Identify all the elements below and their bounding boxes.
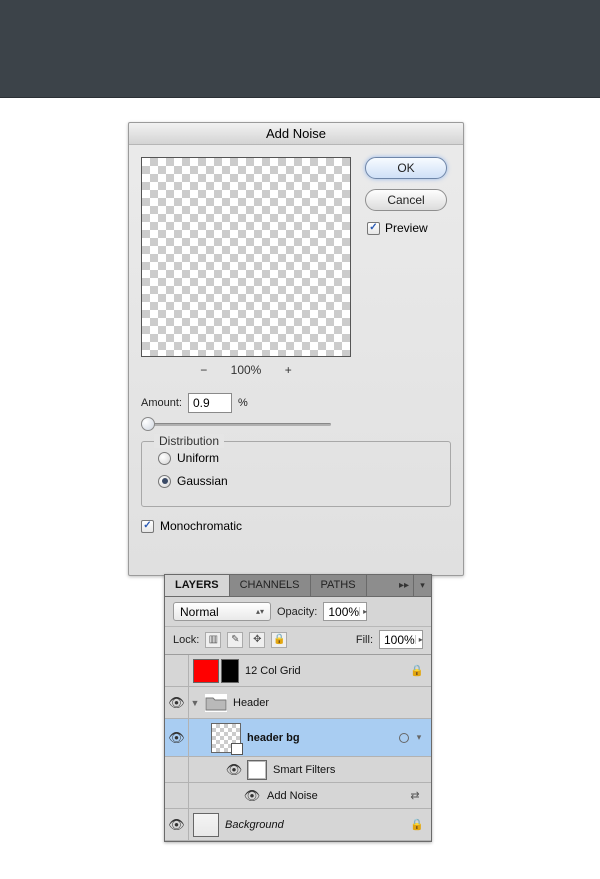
- lock-icon: 🔒: [409, 664, 425, 677]
- gaussian-radio-label: Gaussian: [177, 474, 228, 488]
- filter-options-icon[interactable]: ⇄: [405, 789, 425, 802]
- ok-button[interactable]: OK: [365, 157, 447, 179]
- gaussian-radio[interactable]: [158, 475, 171, 488]
- uniform-radio[interactable]: [158, 452, 171, 465]
- amount-slider[interactable]: [141, 417, 331, 431]
- dialog-buttons: OK Cancel Preview: [365, 157, 451, 235]
- lock-position-icon[interactable]: ✥: [249, 632, 265, 648]
- slider-track: [141, 423, 331, 426]
- layer-thumbnail: [193, 659, 219, 683]
- blend-opacity-row: Normal ▴▾ Opacity: 100% ▸: [165, 597, 431, 627]
- stage: Add Noise − 100% + OK Cancel Preview Amo…: [0, 0, 600, 879]
- opacity-input[interactable]: 100% ▸: [323, 602, 367, 621]
- slider-thumb[interactable]: [141, 417, 155, 431]
- layer-group-row[interactable]: 👁 ▼ Header: [165, 687, 431, 719]
- zoom-in-button[interactable]: +: [285, 363, 292, 377]
- lock-fill-row: Lock: ▥ ✎ ✥ 🔒 Fill: 100% ▸: [165, 627, 431, 655]
- filter-effects-icon[interactable]: [399, 733, 409, 743]
- layer-row-selected[interactable]: 👁 header bg ▾: [165, 719, 431, 757]
- tab-channels[interactable]: CHANNELS: [230, 575, 311, 596]
- visibility-toggle[interactable]: 👁: [225, 757, 243, 782]
- fill-label: Fill:: [356, 634, 373, 646]
- fill-arrow-icon: ▸: [415, 635, 423, 644]
- smart-filters-label: Smart Filters: [273, 764, 431, 776]
- page-header-strip: [0, 0, 600, 98]
- opacity-value: 100%: [328, 605, 359, 619]
- preview-canvas[interactable]: [141, 157, 351, 357]
- panel-menu-icon[interactable]: ▸▸: [395, 575, 413, 596]
- layer-mask-thumbnail: [221, 659, 239, 683]
- fill-value: 100%: [384, 633, 415, 647]
- layer-name: Header: [233, 697, 431, 709]
- filter-item-row[interactable]: 👁 Add Noise ⇄: [165, 783, 431, 809]
- layer-name: Background: [225, 819, 409, 831]
- tab-paths[interactable]: PATHS: [311, 575, 367, 596]
- lock-all-icon[interactable]: 🔒: [271, 632, 287, 648]
- visibility-spacer: [165, 783, 189, 808]
- smart-filters-row[interactable]: 👁 Smart Filters: [165, 757, 431, 783]
- opacity-arrow-icon: ▸: [359, 607, 367, 616]
- lock-label: Lock:: [173, 634, 199, 646]
- folder-icon: [205, 694, 227, 712]
- amount-label: Amount:: [141, 397, 182, 409]
- visibility-spacer: [165, 757, 189, 782]
- layer-name: 12 Col Grid: [245, 665, 409, 677]
- layer-name: header bg: [247, 732, 399, 744]
- cancel-button[interactable]: Cancel: [365, 189, 447, 211]
- tab-layers[interactable]: LAYERS: [165, 575, 230, 596]
- background-layer-row[interactable]: 👁 Background 🔒: [165, 809, 431, 841]
- layers-list: 12 Col Grid 🔒 👁 ▼ Header 👁 header bg ▾: [165, 655, 431, 841]
- layers-panel: LAYERS CHANNELS PATHS ▸▸ ▾ Normal ▴▾ Opa…: [164, 574, 432, 842]
- filter-mask-thumbnail: [247, 760, 267, 780]
- zoom-level: 100%: [231, 363, 262, 377]
- expand-toggle-icon[interactable]: ▼: [189, 698, 201, 708]
- monochromatic-label: Monochromatic: [160, 519, 242, 533]
- preview-checkbox[interactable]: [367, 222, 380, 235]
- panel-tabbar: LAYERS CHANNELS PATHS ▸▸ ▾: [165, 575, 431, 597]
- expand-effects-icon[interactable]: ▾: [413, 732, 425, 743]
- lock-icon: 🔒: [409, 818, 425, 831]
- add-noise-dialog: Add Noise − 100% + OK Cancel Preview Amo…: [128, 122, 464, 576]
- smart-object-thumbnail: [211, 723, 241, 753]
- blend-mode-value: Normal: [180, 605, 219, 619]
- distribution-fieldset: Distribution Uniform Gaussian: [141, 441, 451, 507]
- lock-pixels-icon[interactable]: ✎: [227, 632, 243, 648]
- zoom-controls: − 100% +: [141, 363, 351, 377]
- distribution-legend: Distribution: [154, 434, 224, 448]
- layer-thumbnail: [193, 813, 219, 837]
- visibility-toggle[interactable]: [165, 655, 189, 686]
- uniform-radio-label: Uniform: [177, 451, 219, 465]
- lock-transparency-icon[interactable]: ▥: [205, 632, 221, 648]
- dropdown-arrow-icon: ▴▾: [256, 608, 264, 616]
- preview-checkbox-label: Preview: [385, 221, 428, 235]
- visibility-toggle[interactable]: 👁: [165, 719, 189, 756]
- dialog-title: Add Noise: [129, 123, 463, 145]
- opacity-label: Opacity:: [277, 606, 317, 618]
- zoom-out-button[interactable]: −: [200, 363, 207, 377]
- visibility-toggle[interactable]: 👁: [165, 809, 189, 840]
- visibility-toggle[interactable]: 👁: [165, 687, 189, 718]
- filter-name: Add Noise: [267, 790, 405, 802]
- panel-collapse-icon[interactable]: ▾: [413, 575, 431, 596]
- fill-input[interactable]: 100% ▸: [379, 630, 423, 649]
- layer-row[interactable]: 12 Col Grid 🔒: [165, 655, 431, 687]
- blend-mode-select[interactable]: Normal ▴▾: [173, 602, 271, 621]
- visibility-toggle[interactable]: 👁: [243, 783, 261, 808]
- amount-unit: %: [238, 397, 248, 409]
- amount-input[interactable]: 0.9: [188, 393, 232, 413]
- dialog-body: − 100% + OK Cancel Preview Amount: 0.9 %: [129, 145, 463, 575]
- monochromatic-checkbox[interactable]: [141, 520, 154, 533]
